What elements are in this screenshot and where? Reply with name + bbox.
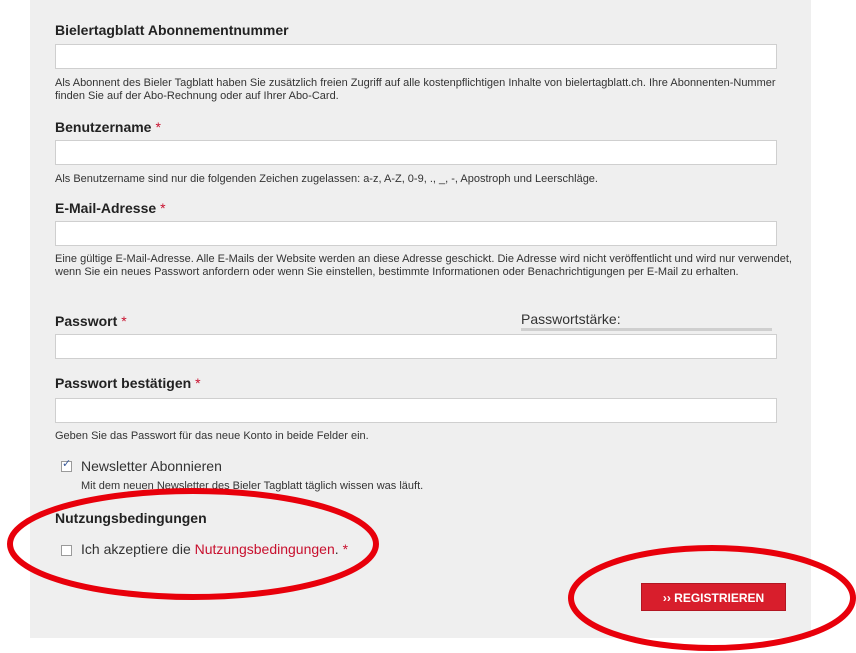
register-highlight-ellipse xyxy=(568,545,856,651)
terms-highlight-ellipse xyxy=(7,488,379,600)
annotation-overlay xyxy=(7,488,856,651)
